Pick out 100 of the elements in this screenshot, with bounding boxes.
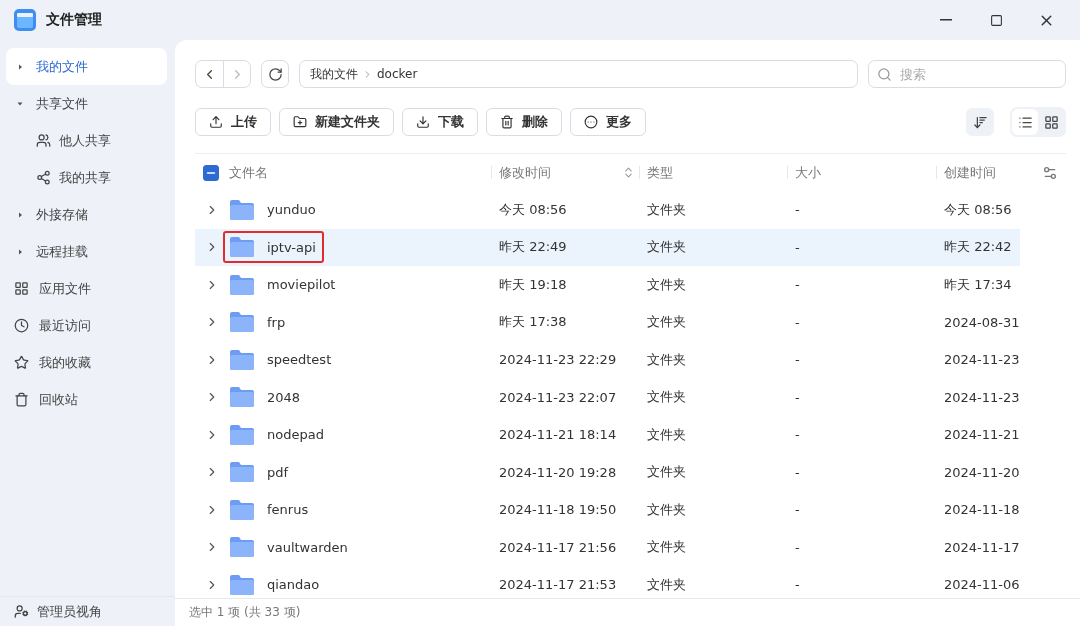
table-cell-text: 今天 08:56 [498, 200, 568, 219]
folder-icon [229, 311, 255, 334]
sidebar-item[interactable]: 远程挂载 [6, 233, 167, 270]
search-field[interactable]: 搜索 [868, 60, 1066, 88]
table-row[interactable]: moviepilot 昨天 19:18 文件夹 - 昨天 17:34 [195, 266, 1020, 304]
refresh-icon [267, 66, 283, 82]
table-cell-text: 文件夹 [646, 425, 687, 444]
app-logo-icon [14, 9, 36, 31]
table-cell-text: 今天 08:56 [943, 200, 1013, 219]
list-view-button[interactable] [1012, 109, 1038, 135]
sidebar-item[interactable]: 他人共享 [6, 122, 167, 159]
sidebar-icon [14, 392, 29, 407]
column-header[interactable]: 修改时间 [499, 163, 551, 182]
action-button[interactable]: 上传 [195, 108, 271, 136]
table-cell-text: 文件夹 [646, 500, 687, 519]
table-cell-text: - [794, 352, 801, 368]
sidebar-item[interactable]: 回收站 [6, 381, 167, 418]
column-header[interactable]: 大小 [795, 163, 821, 182]
refresh-button[interactable] [261, 60, 289, 88]
table-cell-text: 2024-11-23 22:07 [498, 389, 618, 405]
sidebar-icon [14, 355, 29, 370]
table-cell-text: 文件夹 [646, 388, 687, 407]
table-cell-text: 昨天 22:42 [943, 238, 1013, 257]
table-row[interactable]: nodepad 2024-11-21 18:14 文件夹 - 2024-11-21 [195, 416, 1020, 454]
table-row[interactable]: vaultwarden 2024-11-17 21:56 文件夹 - 2024-11-17 [195, 528, 1020, 566]
table-cell-text: 文件夹 [646, 350, 687, 369]
table-row[interactable]: speedtest 2024-11-23 22:29 文件夹 - 2024-11-23 [195, 341, 1020, 379]
caret-right-icon[interactable] [16, 62, 24, 71]
table-cell-text: 2024-11-18 [943, 502, 1020, 518]
select-all-checkbox[interactable] [203, 164, 219, 181]
folder-icon [229, 461, 255, 484]
table-cell-text: - [794, 202, 801, 218]
folder-icon [229, 386, 255, 409]
table-cell-text: - [794, 389, 801, 405]
more-icon [584, 115, 598, 129]
table-cell-text: 昨天 17:38 [498, 313, 568, 332]
table-cell-text: 2024-11-21 [943, 427, 1020, 443]
table-cell-text: - [794, 239, 801, 255]
folder-icon [229, 273, 255, 296]
sidebar-item[interactable]: 最近访问 [6, 307, 167, 344]
breadcrumb[interactable]: docker [377, 67, 418, 81]
sidebar-item[interactable]: 共享文件 [6, 85, 167, 122]
table-cell-text: 文件夹 [646, 575, 687, 594]
table-cell-text: 文件夹 [646, 463, 687, 482]
action-button[interactable]: 删除 [486, 108, 562, 136]
table-cell-text: 2024-11-06 [943, 577, 1020, 593]
table-cell-text: 昨天 19:18 [498, 275, 568, 294]
file-name[interactable]: moviepilot [223, 268, 344, 301]
sidebar-item[interactable]: 外接存储 [6, 196, 167, 233]
table-row[interactable]: fenrus 2024-11-18 19:50 文件夹 - 2024-11-18 [195, 491, 1020, 529]
path-field[interactable]: 我的文件 docker [299, 60, 858, 88]
file-name[interactable]: vaultwarden [223, 531, 356, 564]
sidebar-item[interactable]: 我的共享 [6, 159, 167, 196]
table-row[interactable]: iptv-api 昨天 22:49 文件夹 - 昨天 22:42 [195, 228, 1020, 266]
table-row[interactable]: yunduo 今天 08:56 文件夹 - 今天 08:56 [195, 191, 1020, 229]
file-name[interactable]: nodepad [223, 418, 332, 451]
table-row[interactable]: qiandao 2024-11-17 21:53 文件夹 - 2024-11-06 [195, 566, 1020, 598]
file-name[interactable]: 2048 [223, 381, 309, 414]
table-cell-text: 2024-11-20 19:28 [498, 464, 618, 480]
column-header[interactable]: 文件名 [229, 163, 268, 182]
folder-icon [229, 236, 255, 259]
table-row[interactable]: frp 昨天 17:38 文件夹 - 2024-08-31 [195, 303, 1020, 341]
file-name[interactable]: iptv-api [223, 231, 324, 264]
action-button[interactable]: 下载 [402, 108, 478, 136]
file-name[interactable]: qiandao [223, 568, 328, 598]
file-name[interactable]: frp [223, 306, 294, 339]
file-name[interactable]: fenrus [223, 493, 317, 526]
action-button[interactable]: 更多 [570, 108, 646, 136]
table-cell-text: - [794, 577, 801, 593]
action-button[interactable]: 新建文件夹 [279, 108, 394, 136]
sort-button[interactable] [966, 108, 994, 136]
sidebar-item[interactable]: 我的文件 [6, 48, 167, 85]
upload-icon [209, 115, 223, 129]
breadcrumb[interactable]: 我的文件 [310, 65, 358, 83]
table-cell-text: 文件夹 [646, 313, 687, 332]
table-cell-text: 2024-08-31 [943, 314, 1020, 330]
sidebar-icon [14, 281, 29, 296]
table-row[interactable]: pdf 2024-11-20 19:28 文件夹 - 2024-11-20 [195, 453, 1020, 491]
caret-right-icon[interactable] [16, 247, 24, 256]
folder-icon [229, 498, 255, 521]
folder-plus-icon [293, 115, 307, 129]
file-name[interactable]: pdf [223, 456, 297, 489]
minimize-icon [940, 19, 952, 21]
table-cell-text: 2024-11-21 18:14 [498, 427, 618, 443]
table-cell-text: 昨天 22:49 [498, 238, 568, 257]
table-cell-text: - [794, 427, 801, 443]
sidebar-item[interactable]: 应用文件 [6, 270, 167, 307]
file-name[interactable]: yunduo [223, 193, 324, 226]
table-row[interactable]: 2048 2024-11-23 22:07 文件夹 - 2024-11-23 [195, 378, 1020, 416]
file-name[interactable]: speedtest [223, 343, 340, 376]
table-cell-text: - [794, 277, 801, 293]
sidebar-item[interactable]: 我的收藏 [6, 344, 167, 381]
search-icon [877, 67, 892, 82]
table-cell-text: - [794, 502, 801, 518]
column-header[interactable]: 类型 [647, 163, 673, 182]
caret-right-icon[interactable] [16, 210, 24, 219]
table-cell-text: 2024-11-23 [943, 389, 1020, 405]
window-title: 文件管理 [46, 11, 103, 29]
column-header[interactable]: 创建时间 [944, 163, 996, 182]
column-settings-icon[interactable] [1042, 164, 1058, 181]
